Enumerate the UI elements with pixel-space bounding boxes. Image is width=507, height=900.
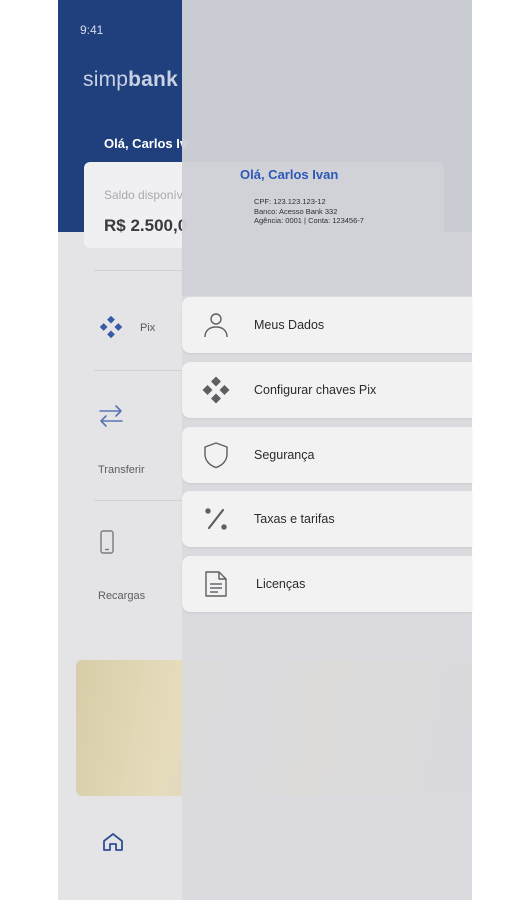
balance-value: R$ 2.500,0 xyxy=(104,216,188,235)
user-greeting: Olá, Carlos Ivan xyxy=(240,167,339,182)
greeting: Olá, Carlos Iv xyxy=(104,136,188,151)
drawer-header: Olá, Carlos Ivan CPF: 123.123.123-12 Ban… xyxy=(182,0,472,296)
menu-item-meus-dados[interactable]: Meus Dados xyxy=(182,297,472,353)
menu-item-taxas-e-tarifas[interactable]: Taxas e tarifas xyxy=(182,491,472,547)
action-recharge-label[interactable]: Recargas xyxy=(98,590,145,602)
user-account: Agência: 0001 | Conta: 123456-7 xyxy=(254,216,364,225)
percent-icon xyxy=(205,508,227,530)
menu-item-label: Licenças xyxy=(256,577,306,591)
divider xyxy=(94,370,184,371)
menu-item-seguranca[interactable]: Segurança xyxy=(182,427,472,483)
logo-bold-text: bank xyxy=(128,68,178,91)
screen: 9:41 simpbank Olá, Carlos Iv Saldo dispo… xyxy=(0,0,507,900)
user-cpf: CPF: 123.123.123-12 xyxy=(254,197,326,206)
divider xyxy=(94,270,184,271)
side-drawer: Olá, Carlos Ivan CPF: 123.123.123-12 Ban… xyxy=(182,0,472,900)
balance-label: Saldo disponív xyxy=(104,188,183,202)
menu-item-label: Taxas e tarifas xyxy=(254,512,335,526)
menu-item-configurar-chaves-pix[interactable]: Configurar chaves Pix xyxy=(182,362,472,418)
divider xyxy=(94,500,184,501)
action-pix-label[interactable]: Pix xyxy=(140,322,155,334)
status-time: 9:41 xyxy=(80,23,104,37)
app-logo: simpbank xyxy=(83,68,178,92)
user-bank: Banco: Acesso Bank 332 xyxy=(254,207,338,216)
document-icon xyxy=(205,571,227,597)
menu-item-label: Segurança xyxy=(254,448,315,462)
menu-item-label: Configurar chaves Pix xyxy=(254,383,377,397)
action-transfer-label[interactable]: Transferir xyxy=(98,464,145,476)
phone-icon[interactable] xyxy=(100,530,114,554)
pix-icon xyxy=(202,376,230,404)
logo-light-text: simp xyxy=(83,68,129,91)
transfer-arrows-icon[interactable] xyxy=(98,404,124,428)
menu-item-label: Meus Dados xyxy=(254,318,325,332)
user-icon xyxy=(204,313,228,338)
home-icon[interactable] xyxy=(102,832,124,852)
pix-icon[interactable] xyxy=(100,316,122,338)
shield-icon xyxy=(204,442,228,469)
menu-item-licencas[interactable]: Licenças xyxy=(182,556,472,612)
